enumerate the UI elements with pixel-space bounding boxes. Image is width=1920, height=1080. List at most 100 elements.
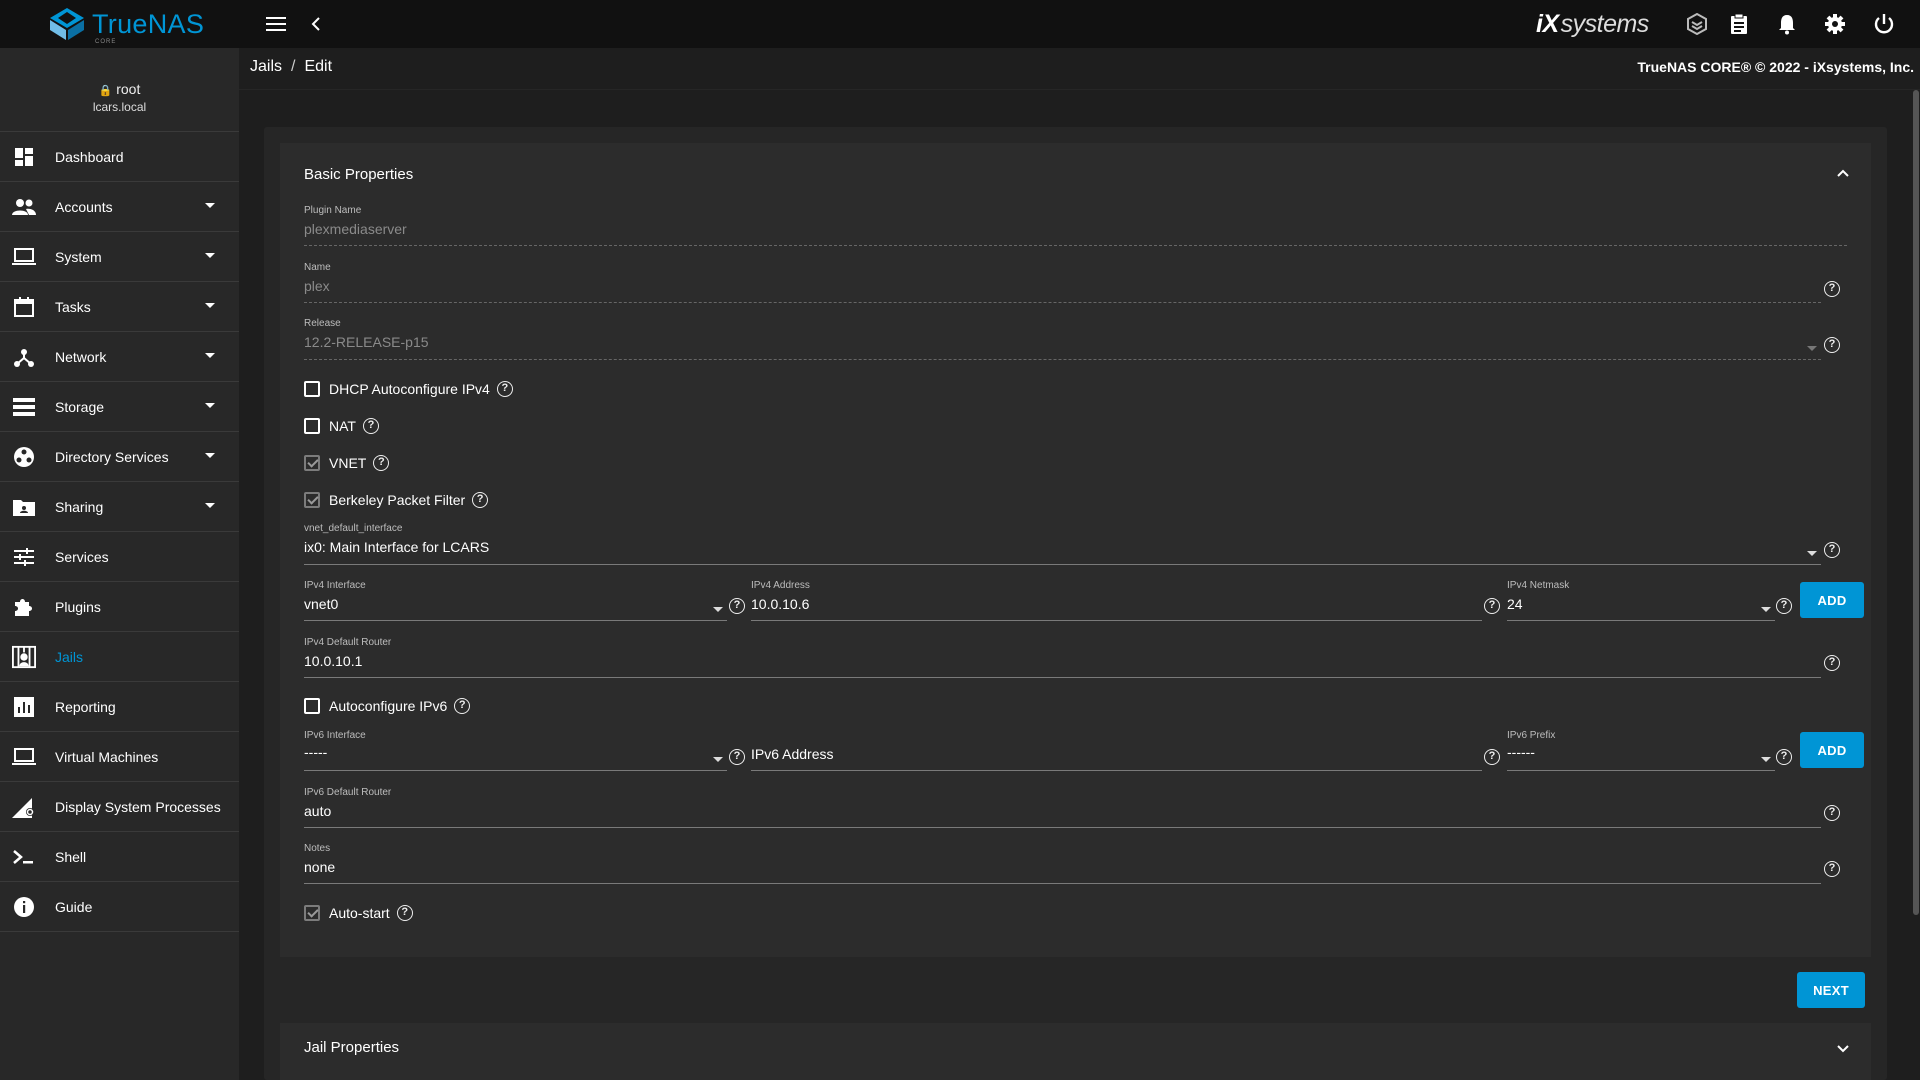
bpf-checkbox[interactable] bbox=[304, 492, 320, 508]
back-icon[interactable] bbox=[303, 12, 329, 36]
autoconf-ipv6-help-icon[interactable]: ? bbox=[454, 698, 471, 714]
menu-icon[interactable] bbox=[263, 12, 289, 36]
brand-sub: CORE bbox=[95, 39, 117, 45]
sidebar-item-guide[interactable]: Guide bbox=[0, 882, 239, 932]
ipv6-interface-select[interactable]: IPv6 Interface ----- bbox=[304, 730, 727, 771]
ipv4-address-help-icon[interactable]: ? bbox=[1484, 598, 1500, 614]
sidebar-item-jails[interactable]: Jails bbox=[0, 632, 239, 682]
notes-value: none bbox=[304, 859, 336, 875]
ipv4-address-value: 10.0.10.6 bbox=[751, 596, 810, 612]
ipv6-address-input[interactable]: IPv6 Address bbox=[751, 730, 1482, 771]
sidebar-item-dashboard[interactable]: Dashboard bbox=[0, 132, 239, 182]
vnet-default-interface-select[interactable]: vnet_default_interface ix0: Main Interfa… bbox=[304, 523, 1821, 565]
caret-down-icon bbox=[205, 303, 215, 308]
caret-down-icon bbox=[205, 503, 215, 508]
breadcrumb-current: Edit bbox=[304, 58, 333, 75]
sidebar-item-display-system-processes[interactable]: Display System Processes bbox=[0, 782, 239, 832]
truenas-logo[interactable]: TrueNAS CORE bbox=[48, 6, 204, 45]
chevron-down-icon[interactable] bbox=[1835, 1041, 1851, 1057]
computer-icon bbox=[12, 745, 36, 769]
calendar-icon bbox=[12, 295, 36, 319]
nat-help-icon[interactable]: ? bbox=[362, 418, 379, 434]
sidebar-nav: Dashboard Accounts System Tasks Network Stora… bbox=[0, 132, 239, 932]
power-icon[interactable] bbox=[1871, 12, 1897, 36]
release-select[interactable]: Release 12.2-RELEASE-p15 bbox=[304, 318, 1821, 360]
sidebar-item-label: Dashboard bbox=[55, 148, 124, 165]
sidebar-item-services[interactable]: Services bbox=[0, 532, 239, 582]
ipv4-address-input[interactable]: IPv4 Address 10.0.10.6 bbox=[751, 580, 1482, 621]
ipv4-default-router-help-icon[interactable]: ? bbox=[1824, 655, 1840, 671]
ipv4-interface-select[interactable]: IPv4 Interface vnet0 bbox=[304, 580, 727, 621]
bpf-help-icon[interactable]: ? bbox=[472, 492, 489, 508]
caret-down-icon bbox=[205, 453, 215, 458]
truecommand-icon[interactable] bbox=[1684, 12, 1710, 36]
ipv4-interface-help-icon[interactable]: ? bbox=[729, 598, 745, 614]
ipv6-prefix-select[interactable]: IPv6 Prefix ------ bbox=[1507, 730, 1775, 771]
sidebar-item-accounts[interactable]: Accounts bbox=[0, 182, 239, 232]
people-icon bbox=[12, 195, 36, 219]
ipv6-prefix-help-icon[interactable]: ? bbox=[1776, 749, 1792, 765]
sidebar-item-shell[interactable]: Shell bbox=[0, 832, 239, 882]
sidebar-item-label: Directory Services bbox=[55, 448, 169, 465]
tasks-icon[interactable] bbox=[1726, 12, 1752, 36]
autostart-checkbox[interactable] bbox=[304, 905, 320, 921]
vnet-default-interface-label: vnet_default_interface bbox=[304, 523, 403, 534]
autoconf-ipv6-checkbox[interactable] bbox=[304, 698, 320, 714]
sidebar-item-plugins[interactable]: Plugins bbox=[0, 582, 239, 632]
vnet-default-interface-dropdown-icon bbox=[1807, 551, 1817, 556]
release-help-icon[interactable]: ? bbox=[1824, 337, 1840, 353]
ipv4-default-router-input[interactable]: IPv4 Default Router 10.0.10.1 bbox=[304, 637, 1821, 678]
ipv6-default-router-input[interactable]: IPv6 Default Router auto bbox=[304, 787, 1821, 828]
network-icon bbox=[12, 345, 36, 369]
notes-help-icon[interactable]: ? bbox=[1824, 861, 1840, 877]
nat-checkbox[interactable] bbox=[304, 418, 320, 434]
caret-down-icon bbox=[205, 253, 215, 258]
processes-icon bbox=[12, 795, 36, 819]
sidebar-item-reporting[interactable]: Reporting bbox=[0, 682, 239, 732]
ipv4-netmask-select[interactable]: IPv4 Netmask 24 bbox=[1507, 580, 1775, 621]
chevron-up-icon[interactable] bbox=[1835, 165, 1851, 181]
sidebar-item-network[interactable]: Network bbox=[0, 332, 239, 382]
bell-icon[interactable] bbox=[1774, 12, 1800, 36]
scrollbar[interactable] bbox=[1913, 90, 1919, 915]
ipv4-netmask-help-icon[interactable]: ? bbox=[1776, 598, 1792, 614]
dhcp-checkbox[interactable] bbox=[304, 381, 320, 397]
next-button[interactable]: NEXT bbox=[1797, 972, 1865, 1008]
ipv6-default-router-help-icon[interactable]: ? bbox=[1824, 805, 1840, 821]
ipv4-add-button[interactable]: ADD bbox=[1800, 582, 1864, 618]
autostart-help-icon[interactable]: ? bbox=[396, 905, 413, 921]
name-help-icon[interactable]: ? bbox=[1824, 281, 1840, 297]
jail-properties-panel[interactable]: Jail Properties bbox=[280, 1023, 1871, 1080]
sidebar-item-tasks[interactable]: Tasks bbox=[0, 282, 239, 332]
sidebar-item-label: Guide bbox=[55, 898, 93, 915]
storage-icon bbox=[12, 395, 36, 419]
sidebar-item-label: Accounts bbox=[55, 198, 113, 215]
name-label: Name bbox=[304, 262, 331, 273]
notes-input[interactable]: Notes none bbox=[304, 843, 1821, 884]
info-icon bbox=[12, 895, 36, 919]
sidebar-item-system[interactable]: System bbox=[0, 232, 239, 282]
vnet-default-interface-help-icon[interactable]: ? bbox=[1824, 542, 1840, 558]
dhcp-help-icon[interactable]: ? bbox=[496, 381, 513, 397]
username: root bbox=[116, 81, 141, 97]
ipv6-add-button[interactable]: ADD bbox=[1800, 732, 1864, 768]
ipv6-address-help-icon[interactable]: ? bbox=[1484, 749, 1500, 765]
vnet-help-icon[interactable]: ? bbox=[373, 455, 390, 471]
nat-label: NAT bbox=[329, 418, 356, 434]
plugin-name-value: plexmediaserver bbox=[304, 221, 407, 237]
sidebar-item-storage[interactable]: Storage bbox=[0, 382, 239, 432]
ipv6-address-placeholder: IPv6 Address bbox=[751, 746, 834, 762]
dhcp-label: DHCP Autoconfigure IPv4 bbox=[329, 381, 490, 397]
ipv6-interface-help-icon[interactable]: ? bbox=[729, 749, 745, 765]
vnet-checkbox[interactable] bbox=[304, 455, 320, 471]
name-field[interactable]: Name plex bbox=[304, 262, 1821, 303]
vnet-label: VNET bbox=[329, 455, 367, 471]
autoconf-ipv6-label: Autoconfigure IPv6 bbox=[329, 698, 448, 714]
sidebar-item-label: Storage bbox=[55, 398, 105, 415]
breadcrumb-separator: / bbox=[291, 58, 296, 75]
gear-icon[interactable] bbox=[1822, 12, 1848, 36]
sidebar-item-directory-services[interactable]: Directory Services bbox=[0, 432, 239, 482]
sidebar-item-sharing[interactable]: Sharing bbox=[0, 482, 239, 532]
breadcrumb-jails-link[interactable]: Jails bbox=[250, 58, 282, 75]
sidebar-item-virtual-machines[interactable]: Virtual Machines bbox=[0, 732, 239, 782]
